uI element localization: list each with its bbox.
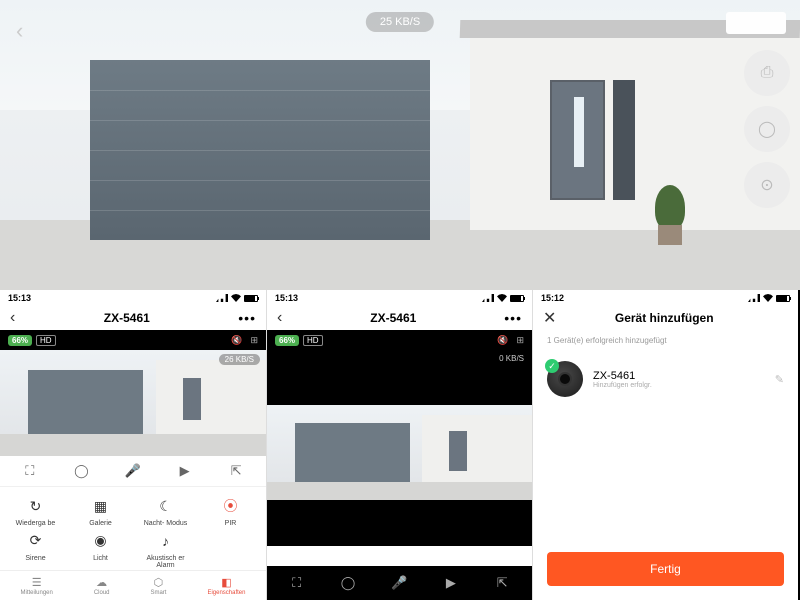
- nav-bar: ‹ ZX-5461 •••: [267, 306, 532, 330]
- device-name: ZX-5461: [593, 370, 765, 382]
- feature-light[interactable]: ◉Licht: [69, 530, 132, 570]
- expand-icon[interactable]: ⇱: [493, 574, 511, 592]
- more-button[interactable]: •••: [238, 310, 256, 326]
- battery-icon: [244, 295, 258, 302]
- screenshot-button[interactable]: ⎙: [744, 50, 790, 96]
- back-button[interactable]: ‹: [277, 309, 282, 327]
- nav-bar: ✕ Gerät hinzufügen: [533, 306, 798, 330]
- talk-button[interactable]: ◯: [744, 106, 790, 152]
- mic-icon[interactable]: 🎤: [390, 574, 408, 592]
- mute-icon[interactable]: 🔇: [497, 335, 508, 346]
- grid-icon[interactable]: ⊞: [516, 335, 524, 346]
- page-title: Gerät hinzufügen: [615, 307, 714, 329]
- tab-smart[interactable]: ⬡Smart: [150, 576, 166, 596]
- phone-screen-1: 15:13 ‹ ZX-5461 ••• 66% HD 🔇 ⊞ 26 KB/S ⛶…: [0, 290, 266, 600]
- battery-badge: 66%: [8, 335, 32, 346]
- camera-info-bar: 66% HD 🔇 ⊞: [267, 330, 532, 350]
- wifi-icon: [497, 294, 507, 302]
- top-right-badge: [726, 12, 786, 34]
- quality-badge[interactable]: HD: [36, 335, 56, 346]
- signal-icon: [748, 294, 760, 302]
- mute-icon[interactable]: 🔇: [231, 335, 242, 346]
- mic-icon[interactable]: 🎤: [124, 462, 142, 480]
- tab-properties[interactable]: ◧Eigenschaften: [207, 576, 245, 596]
- wifi-icon: [763, 294, 773, 302]
- feature-grid: ↻Wiederga be ▦Galerie ☾Nacht- Modus ⦿PIR…: [0, 487, 266, 578]
- feature-acoustic-alarm[interactable]: ♪Akustisch er Alarm: [134, 530, 197, 570]
- page-title: ZX-5461: [370, 311, 416, 325]
- tab-notifications[interactable]: ☰Mitteilungen: [20, 576, 52, 596]
- camera-scene: [0, 0, 800, 290]
- quality-badge[interactable]: HD: [303, 335, 323, 346]
- camera-feed[interactable]: 26 KB/S: [0, 350, 266, 456]
- status-time: 15:13: [275, 293, 298, 303]
- record-icon[interactable]: ▶: [176, 462, 194, 480]
- status-bar: 15:12: [533, 290, 798, 306]
- fullscreen-icon[interactable]: ⛶: [288, 574, 306, 592]
- status-bar: 15:13: [267, 290, 532, 306]
- back-button[interactable]: ‹: [10, 309, 15, 327]
- status-time: 15:13: [8, 293, 31, 303]
- battery-badge: 66%: [275, 335, 299, 346]
- battery-icon: [510, 295, 524, 302]
- camera-feed[interactable]: 0 KB/S: [267, 350, 532, 546]
- edit-icon[interactable]: ✎: [775, 373, 784, 386]
- fullscreen-icon[interactable]: ⛶: [21, 462, 39, 480]
- device-row: ✓ ZX-5461 Hinzufügen erfolgr. ✎: [533, 351, 798, 407]
- bitrate-badge: 25 KB/S: [366, 12, 434, 32]
- device-status: Hinzufügen erfolgr.: [593, 382, 765, 389]
- bitrate-text: 0 KB/S: [499, 354, 524, 363]
- tab-bar: ☰Mitteilungen ☁Cloud ⬡Smart ◧Eigenschaft…: [0, 570, 266, 600]
- page-title: ZX-5461: [104, 311, 150, 325]
- signal-icon: [482, 294, 494, 302]
- battery-icon: [776, 295, 790, 302]
- wifi-icon: [231, 294, 241, 302]
- camera-info-bar: 66% HD 🔇 ⊞: [0, 330, 266, 350]
- snapshot-icon[interactable]: ◯: [72, 462, 90, 480]
- feature-pir[interactable]: ⦿PIR: [199, 495, 262, 528]
- live-camera-view: ‹ 25 KB/S ⎙ ◯ ⊙: [0, 0, 800, 290]
- back-icon[interactable]: ‹: [16, 18, 23, 44]
- bitrate-chip: 26 KB/S: [219, 354, 260, 365]
- close-button[interactable]: ✕: [543, 308, 556, 328]
- control-row: ⛶ ◯ 🎤 ▶ ⇱: [0, 456, 266, 487]
- status-bar: 15:13: [0, 290, 266, 306]
- record-icon[interactable]: ▶: [442, 574, 460, 592]
- feature-playback[interactable]: ↻Wiederga be: [4, 495, 67, 528]
- phone-screen-2: 15:13 ‹ ZX-5461 ••• 66% HD 🔇 ⊞ 0 KB/S ⛶ …: [266, 290, 532, 600]
- tab-cloud[interactable]: ☁Cloud: [94, 576, 110, 596]
- feature-gallery[interactable]: ▦Galerie: [69, 495, 132, 528]
- device-icon: ✓: [547, 361, 583, 397]
- grid-icon[interactable]: ⊞: [250, 335, 258, 346]
- feature-siren[interactable]: ⟳Sirene: [4, 530, 67, 570]
- snapshot-icon[interactable]: ◯: [339, 574, 357, 592]
- phone-screen-3: 15:12 ✕ Gerät hinzufügen 1 Gerät(e) erfo…: [532, 290, 798, 600]
- more-button[interactable]: •••: [504, 310, 522, 326]
- record-button[interactable]: ⊙: [744, 162, 790, 208]
- feature-nightmode[interactable]: ☾Nacht- Modus: [134, 495, 197, 528]
- control-row: ⛶ ◯ 🎤 ▶ ⇱: [267, 566, 532, 600]
- done-button[interactable]: Fertig: [547, 552, 784, 586]
- signal-icon: [216, 294, 228, 302]
- expand-icon[interactable]: ⇱: [227, 462, 245, 480]
- nav-bar: ‹ ZX-5461 •••: [0, 306, 266, 330]
- check-icon: ✓: [545, 359, 559, 373]
- success-subtitle: 1 Gerät(e) erfolgreich hinzugefügt: [533, 330, 798, 351]
- status-time: 15:12: [541, 293, 564, 303]
